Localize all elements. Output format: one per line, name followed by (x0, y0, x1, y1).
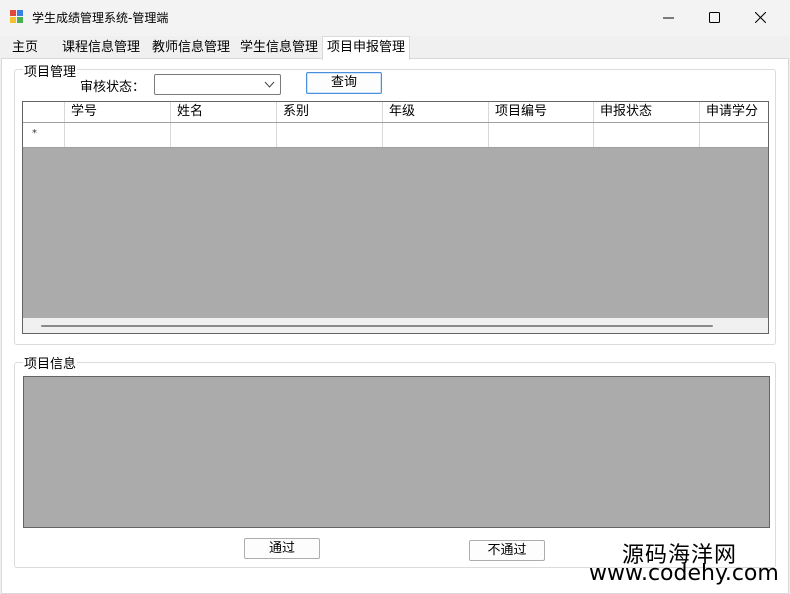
query-button[interactable]: 查询 (306, 72, 382, 94)
project-info-legend: 项目信息 (23, 353, 78, 372)
title-bar: 学生成绩管理系统-管理端 (0, 0, 790, 36)
close-button[interactable] (737, 0, 783, 34)
scrollbar-thumb[interactable] (41, 325, 713, 327)
tab-student-info[interactable]: 学生信息管理 (236, 39, 322, 59)
tab-home[interactable]: 主页 (8, 39, 42, 59)
cell-project-number[interactable] (489, 123, 594, 147)
approve-button[interactable]: 通过 (244, 538, 320, 559)
cell-grade[interactable] (383, 123, 489, 147)
close-icon (754, 11, 766, 23)
minimize-icon (662, 17, 674, 18)
maximize-icon (708, 11, 720, 23)
cell-student-id[interactable] (65, 123, 171, 147)
tab-project-application[interactable]: 项目申报管理 (322, 36, 411, 60)
grid-corner-cell[interactable] (23, 102, 65, 122)
grid-header: 学号 姓名 系别 年级 项目编号 申报状态 申请学分 (23, 102, 768, 123)
cell-department[interactable] (277, 123, 383, 147)
project-management-legend: 项目管理 (23, 61, 78, 80)
project-info-area[interactable] (23, 376, 770, 528)
horizontal-scrollbar[interactable] (23, 318, 768, 333)
tab-course-info[interactable]: 课程信息管理 (58, 39, 144, 59)
column-header-application-status[interactable]: 申报状态 (594, 102, 700, 122)
tab-teacher-info[interactable]: 教师信息管理 (148, 39, 234, 59)
column-header-name[interactable]: 姓名 (171, 102, 277, 122)
minimize-button[interactable] (645, 0, 691, 34)
review-status-select[interactable] (154, 74, 281, 95)
chevron-down-icon (264, 81, 275, 88)
column-header-project-number[interactable]: 项目编号 (489, 102, 594, 122)
cell-credits-requested[interactable] (700, 123, 768, 147)
cell-application-status[interactable] (594, 123, 700, 147)
window-title: 学生成绩管理系统-管理端 (32, 11, 169, 25)
review-status-label: 审核状态： (80, 80, 146, 95)
cell-name[interactable] (171, 123, 277, 147)
column-header-grade[interactable]: 年级 (383, 102, 489, 122)
maximize-button[interactable] (691, 0, 737, 34)
new-row-marker: * (32, 128, 37, 139)
watermark-url: www.codehy.com (589, 561, 779, 586)
grid-new-row[interactable]: * (23, 123, 768, 148)
watermark: 源码海洋网 www.codehy.com (585, 537, 790, 594)
reject-button[interactable]: 不通过 (469, 540, 545, 561)
column-header-department[interactable]: 系别 (277, 102, 383, 122)
column-header-credits-requested[interactable]: 申请学分 (700, 102, 768, 122)
row-header-cell[interactable]: * (23, 123, 65, 147)
column-header-student-id[interactable]: 学号 (65, 102, 171, 122)
project-grid[interactable]: 学号 姓名 系别 年级 项目编号 申报状态 申请学分 * (22, 101, 769, 334)
app-icon (10, 10, 23, 23)
